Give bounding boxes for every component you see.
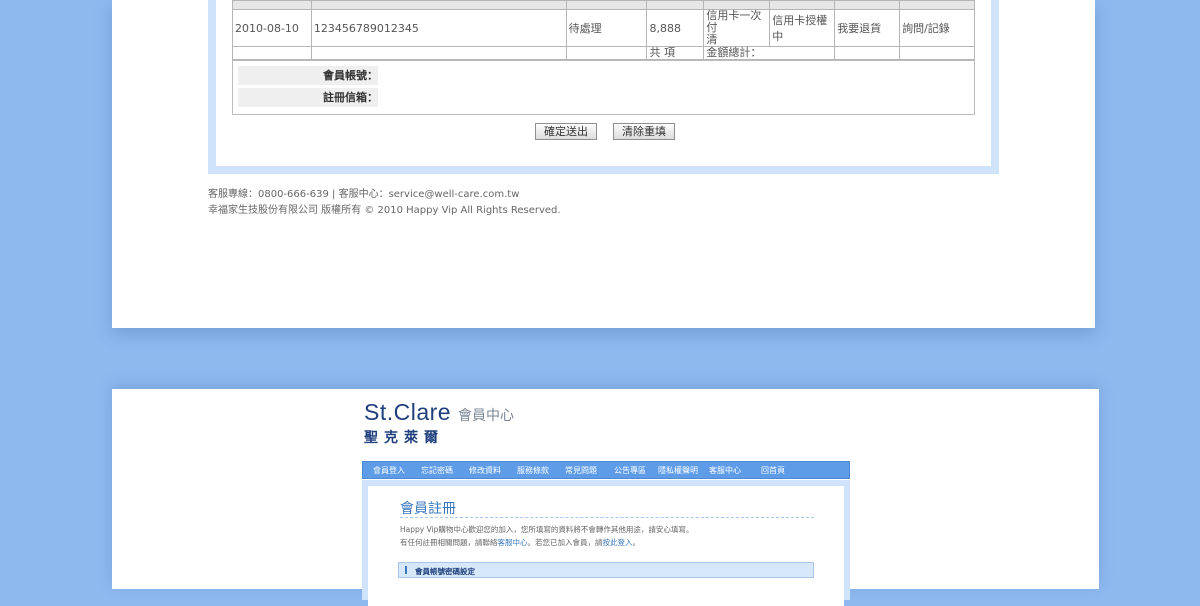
reset-button[interactable]: 清除重填: [613, 123, 675, 140]
help-text-middle: 。若您已加入會員，請: [527, 538, 603, 547]
payment-method-line2: 清: [706, 33, 718, 46]
register-intro: Happy Vip購物中心歡迎您的加入，您所填寫的資料將不會轉作其他用途，請安心…: [400, 525, 694, 534]
brand-subtitle: 會員中心: [458, 408, 514, 424]
nav-item-login[interactable]: 會員登入: [373, 465, 405, 476]
payment-method-line1: 信用卡一次付: [706, 9, 762, 34]
table-summary-row: 共 項 金額總計：: [232, 46, 975, 60]
order-panel: 2010-08-10 123456789012345 待處理 8,888 信用卡…: [216, 0, 991, 166]
nav-item-customer-service[interactable]: 客服中心: [709, 465, 741, 476]
return-link[interactable]: 我要退貨: [834, 9, 901, 47]
member-info-box: 會員帳號： 註冊信箱：: [232, 60, 975, 115]
login-link[interactable]: 按此登入: [603, 538, 633, 547]
footer-copyright: 幸福家生技股份有限公司 版權所有 © 2010 Happy Vip All Ri…: [208, 205, 561, 216]
order-date: 2010-08-10: [232, 9, 312, 47]
register-help: 有任何註冊相關問題，請聯絡客服中心。若您已加入會員，請按此登入。: [400, 537, 640, 548]
payment-method: 信用卡一次付 清: [703, 9, 771, 47]
account-section-header: 會員帳號密碼設定: [398, 562, 814, 578]
item-count-label: 共 項: [646, 46, 705, 60]
register-panel-frame: 會員註冊 Happy Vip購物中心歡迎您的加入，您所填寫的資料將不會轉作其他用…: [362, 480, 850, 606]
section-title: 會員帳號密碼設定: [415, 567, 475, 576]
nav-item-terms[interactable]: 服務條款: [517, 465, 549, 476]
brand-logo[interactable]: St.Clare: [364, 399, 451, 426]
nav-item-faq[interactable]: 常見問題: [565, 465, 597, 476]
nav-item-privacy[interactable]: 隱私權聲明: [658, 465, 698, 476]
payment-status: 信用卡授權中: [769, 9, 836, 47]
member-email-label: 註冊信箱：: [238, 88, 378, 107]
nav-item-announcements[interactable]: 公告專區: [614, 465, 646, 476]
table-row: 2010-08-10 123456789012345 待處理 8,888 信用卡…: [232, 9, 975, 47]
title-divider: [400, 517, 814, 518]
help-text-prefix: 有任何註冊相關問題，請聯絡: [400, 538, 498, 547]
order-status: 待處理: [565, 9, 648, 47]
register-panel: 會員註冊 Happy Vip購物中心歡迎您的加入，您所填寫的資料將不會轉作其他用…: [368, 486, 844, 606]
member-account-label: 會員帳號：: [238, 66, 378, 85]
brand-logo-chinese: 聖克萊爾: [364, 430, 444, 446]
help-text-suffix: 。: [632, 538, 641, 547]
section-marker: [405, 566, 407, 574]
submit-button[interactable]: 確定送出: [535, 123, 597, 140]
nav-item-edit-profile[interactable]: 修改資料: [469, 465, 501, 476]
main-nav: 會員登入 忘記密碼 修改資料 服務條款 常見問題 公告專區 隱私權聲明 客服中心…: [362, 461, 850, 479]
order-page-card: 2010-08-10 123456789012345 待處理 8,888 信用卡…: [112, 0, 1095, 328]
table-header-row: [232, 0, 975, 10]
order-number[interactable]: 123456789012345: [310, 9, 567, 47]
nav-item-home[interactable]: 回首頁: [761, 465, 785, 476]
page-title: 會員註冊: [400, 501, 456, 517]
order-panel-frame: 2010-08-10 123456789012345 待處理 8,888 信用卡…: [208, 0, 999, 174]
nav-item-forgot-password[interactable]: 忘記密碼: [421, 465, 453, 476]
order-table: 2010-08-10 123456789012345 待處理 8,888 信用卡…: [232, 0, 975, 60]
total-amount-label: 金額總計：: [703, 46, 836, 60]
inquiry-link[interactable]: 詢問/記錄: [899, 9, 975, 47]
register-page-card: St.Clare 會員中心 聖克萊爾 會員登入 忘記密碼 修改資料 服務條款 常…: [112, 389, 1099, 606]
order-amount: 8,888: [646, 9, 705, 47]
customer-service-link[interactable]: 客服中心: [498, 538, 528, 547]
footer-contact: 客服專線：0800-666-639 | 客服中心：service@well-ca…: [208, 189, 520, 200]
